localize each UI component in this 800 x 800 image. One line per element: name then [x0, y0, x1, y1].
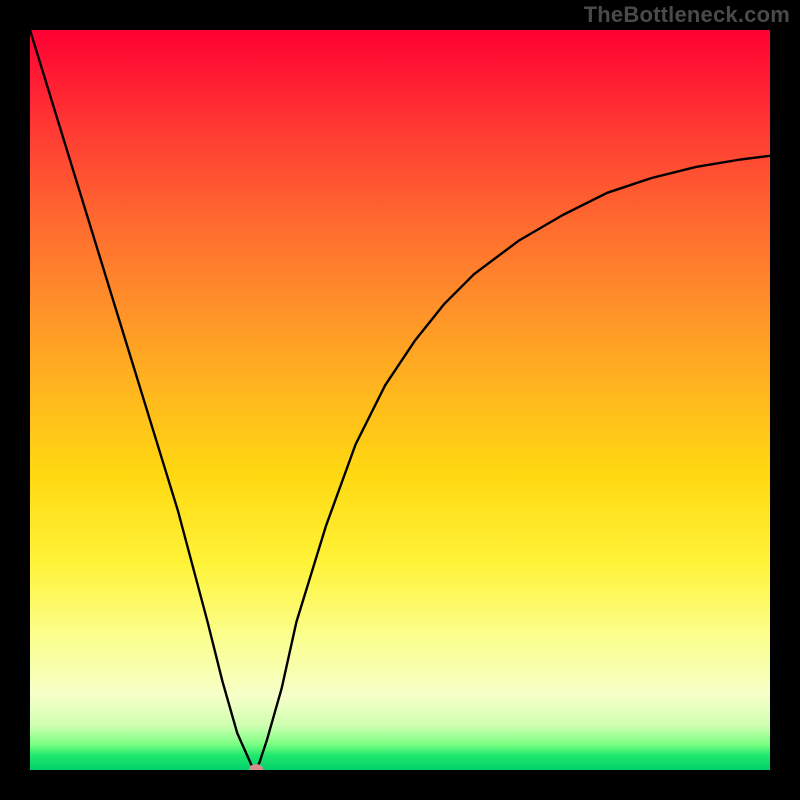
- minimum-marker: [249, 764, 263, 770]
- bottleneck-curve: [30, 30, 770, 770]
- plot-area: [30, 30, 770, 770]
- chart-frame: TheBottleneck.com: [0, 0, 800, 800]
- watermark-label: TheBottleneck.com: [584, 2, 790, 28]
